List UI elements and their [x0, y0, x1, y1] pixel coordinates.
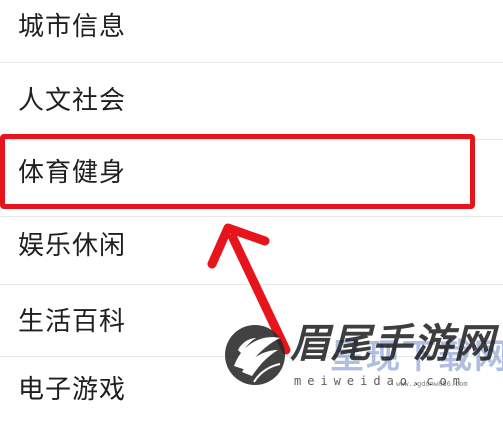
watermark-title: 眉尾手游网	[290, 320, 495, 367]
watermark-url: www.zgdonw886.com	[396, 380, 468, 388]
watermark: 呈现下载网 眉尾手游网 meiweidao.com www.zgdonw886.…	[220, 322, 503, 393]
leaf-logo-icon	[225, 325, 285, 385]
